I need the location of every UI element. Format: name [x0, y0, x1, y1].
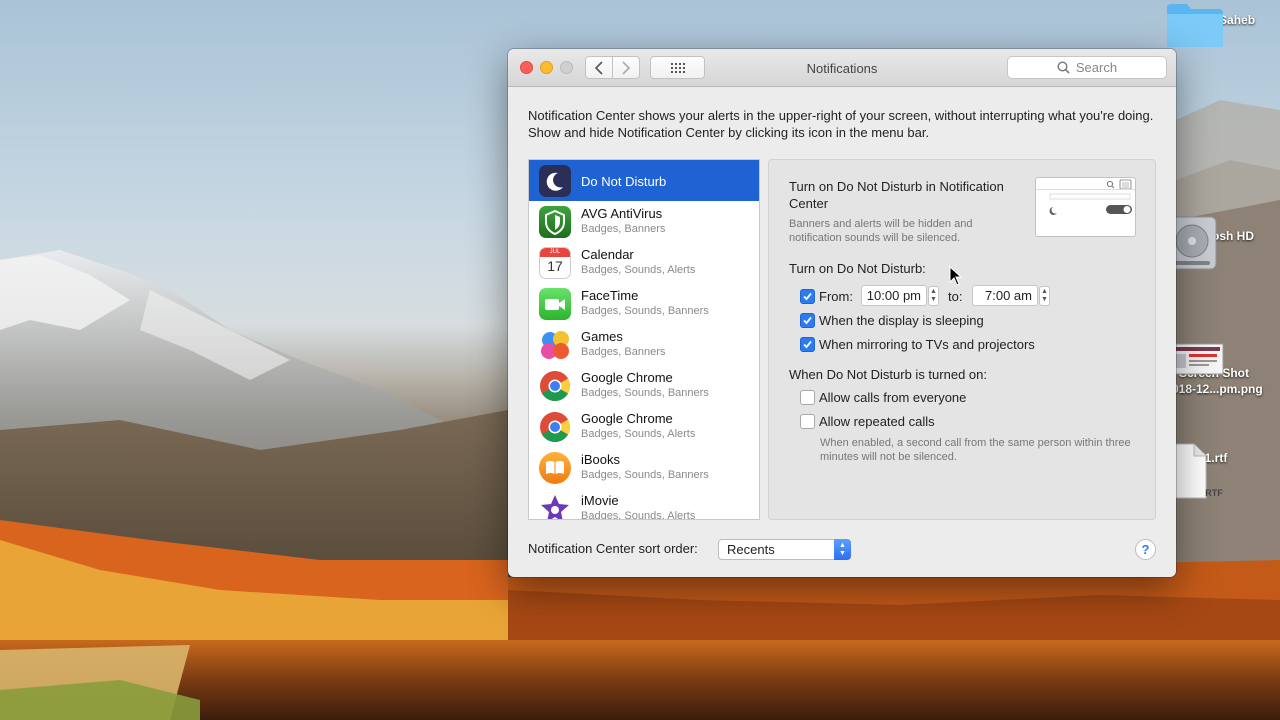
- stepper-down-icon: ▼: [1041, 296, 1048, 303]
- repeated-calls-checkbox[interactable]: [800, 414, 815, 429]
- notification-center-preview: [1035, 177, 1136, 237]
- rtf-badge: RTF: [1205, 488, 1223, 498]
- notifications-preferences-window: Notifications Search Notification Center…: [508, 49, 1176, 577]
- moon-icon: [539, 165, 571, 197]
- calendar-icon: JUL 17: [539, 247, 571, 279]
- app-row-google-chrome[interactable]: Google Chrome Badges, Sounds, Banners: [529, 365, 759, 406]
- intro-text: Notification Center shows your alerts in…: [528, 108, 1154, 140]
- do-not-disturb-panel: Turn on Do Not Disturb in Notification C…: [768, 159, 1156, 520]
- desktop-folder[interactable]: SalunkeSaheb: [1165, 0, 1265, 47]
- app-row-ibooks[interactable]: iBooks Badges, Sounds, Banners: [529, 447, 759, 488]
- mirroring-checkbox[interactable]: [800, 337, 815, 352]
- to-time-stepper[interactable]: ▲ ▼: [1039, 286, 1050, 306]
- desktop-screenshot-label-2: 2018-12...pm.png: [1165, 382, 1263, 396]
- stepper-up-icon: ▲: [930, 288, 937, 295]
- sort-order-label: Notification Center sort order:: [528, 541, 698, 556]
- app-name: Google Chrome: [581, 411, 673, 426]
- stepper-up-icon: ▲: [1041, 288, 1048, 295]
- from-time-field[interactable]: 10:00 pm: [861, 285, 927, 306]
- chrome-icon: [539, 370, 571, 402]
- checkmark-icon: [803, 316, 812, 325]
- app-name: iBooks: [581, 452, 621, 467]
- search-icon: [1057, 61, 1070, 74]
- desktop-screenshot-file[interactable]: Screen Shot 2018-12...pm.png: [1164, 343, 1264, 397]
- dnd-title: Turn on Do Not Disturb in Notification C…: [789, 179, 1004, 211]
- schedule-label: Turn on Do Not Disturb:: [789, 261, 926, 276]
- from-checkbox[interactable]: [800, 289, 815, 304]
- ibooks-icon: [539, 452, 571, 484]
- title-bar[interactable]: Notifications Search: [508, 49, 1176, 87]
- desktop-hard-drive[interactable]: Macintosh HD: [1164, 215, 1264, 270]
- app-subtitle: Badges, Sounds, Banners: [581, 387, 709, 399]
- app-name: Calendar: [581, 247, 634, 262]
- repeated-calls-note: When enabled, a second call from the sam…: [820, 437, 1131, 463]
- app-subtitle: Badges, Sounds, Alerts: [581, 510, 696, 520]
- app-name: FaceTime: [581, 288, 639, 303]
- calendar-day: 17: [547, 258, 563, 274]
- desktop-rtf-file[interactable]: RTF f1.rtf: [1164, 442, 1264, 499]
- from-time-stepper[interactable]: ▲ ▼: [928, 286, 939, 306]
- stepper-down-icon: ▼: [930, 296, 937, 303]
- updown-arrows-icon: ▲ ▼: [834, 539, 851, 560]
- app-name: Games: [581, 329, 623, 344]
- when-on-label: When Do Not Disturb is turned on:: [789, 367, 987, 382]
- app-subtitle: Badges, Banners: [581, 223, 666, 235]
- sort-order-value: Recents: [727, 542, 775, 557]
- app-name: iMovie: [581, 493, 619, 508]
- to-label: to:: [948, 289, 963, 304]
- app-name: Do Not Disturb: [581, 174, 667, 189]
- chrome-icon: [539, 411, 571, 443]
- app-name: AVG AntiVirus: [581, 206, 663, 221]
- checkmark-icon: [803, 292, 812, 301]
- mouse-cursor-icon: [949, 266, 963, 286]
- display-sleeping-checkbox[interactable]: [800, 313, 815, 328]
- app-row-games[interactable]: Games Badges, Banners: [529, 324, 759, 365]
- app-row-calendar[interactable]: JUL 17 Calendar Badges, Sounds, Alerts: [529, 242, 759, 283]
- app-subtitle: Badges, Sounds, Alerts: [581, 264, 696, 276]
- avg-shield-icon: [539, 206, 571, 238]
- from-label: From:: [819, 289, 853, 304]
- app-subtitle: Badges, Banners: [581, 346, 666, 358]
- allow-calls-checkbox[interactable]: [800, 390, 815, 405]
- app-row-imovie[interactable]: iMovie Badges, Sounds, Alerts: [529, 488, 759, 520]
- search-placeholder: Search: [1075, 60, 1118, 75]
- app-row-facetime[interactable]: FaceTime Badges, Sounds, Banners: [529, 283, 759, 324]
- app-subtitle: Badges, Sounds, Alerts: [581, 428, 696, 440]
- search-field[interactable]: Search: [1007, 56, 1167, 79]
- to-time-value: 7:00 am: [985, 288, 1032, 303]
- display-sleeping-label: When the display is sleeping: [819, 313, 984, 328]
- from-time-value: 10:00 pm: [866, 288, 921, 303]
- folder-icon: [1167, 4, 1223, 47]
- sort-order-select[interactable]: Recents ▲ ▼: [718, 539, 851, 560]
- calendar-month: JUL: [549, 249, 561, 255]
- checkmark-icon: [803, 340, 812, 349]
- app-row-do-not-disturb[interactable]: Do Not Disturb: [529, 160, 759, 201]
- repeated-calls-label: Allow repeated calls: [819, 414, 935, 429]
- imovie-icon: [539, 493, 571, 519]
- facetime-icon: [539, 288, 571, 320]
- mirroring-label: When mirroring to TVs and projectors: [819, 337, 1035, 352]
- help-button[interactable]: ?: [1135, 539, 1156, 560]
- notification-center-preview-icon: [1036, 179, 1135, 215]
- app-row-google-chrome-2[interactable]: Google Chrome Badges, Sounds, Alerts: [529, 406, 759, 447]
- app-name: Google Chrome: [581, 370, 673, 385]
- app-row-avg-antivirus[interactable]: AVG AntiVirus Badges, Banners: [529, 201, 759, 242]
- app-list[interactable]: Do Not Disturb AVG AntiVirus Badges, Ban…: [528, 159, 760, 520]
- dnd-description: Banners and alerts will be hidden and no…: [789, 218, 973, 244]
- to-time-field[interactable]: 7:00 am: [972, 285, 1038, 306]
- app-subtitle: Badges, Sounds, Banners: [581, 469, 709, 481]
- games-icon: [539, 329, 571, 361]
- allow-calls-label: Allow calls from everyone: [819, 390, 967, 405]
- app-subtitle: Badges, Sounds, Banners: [581, 305, 709, 317]
